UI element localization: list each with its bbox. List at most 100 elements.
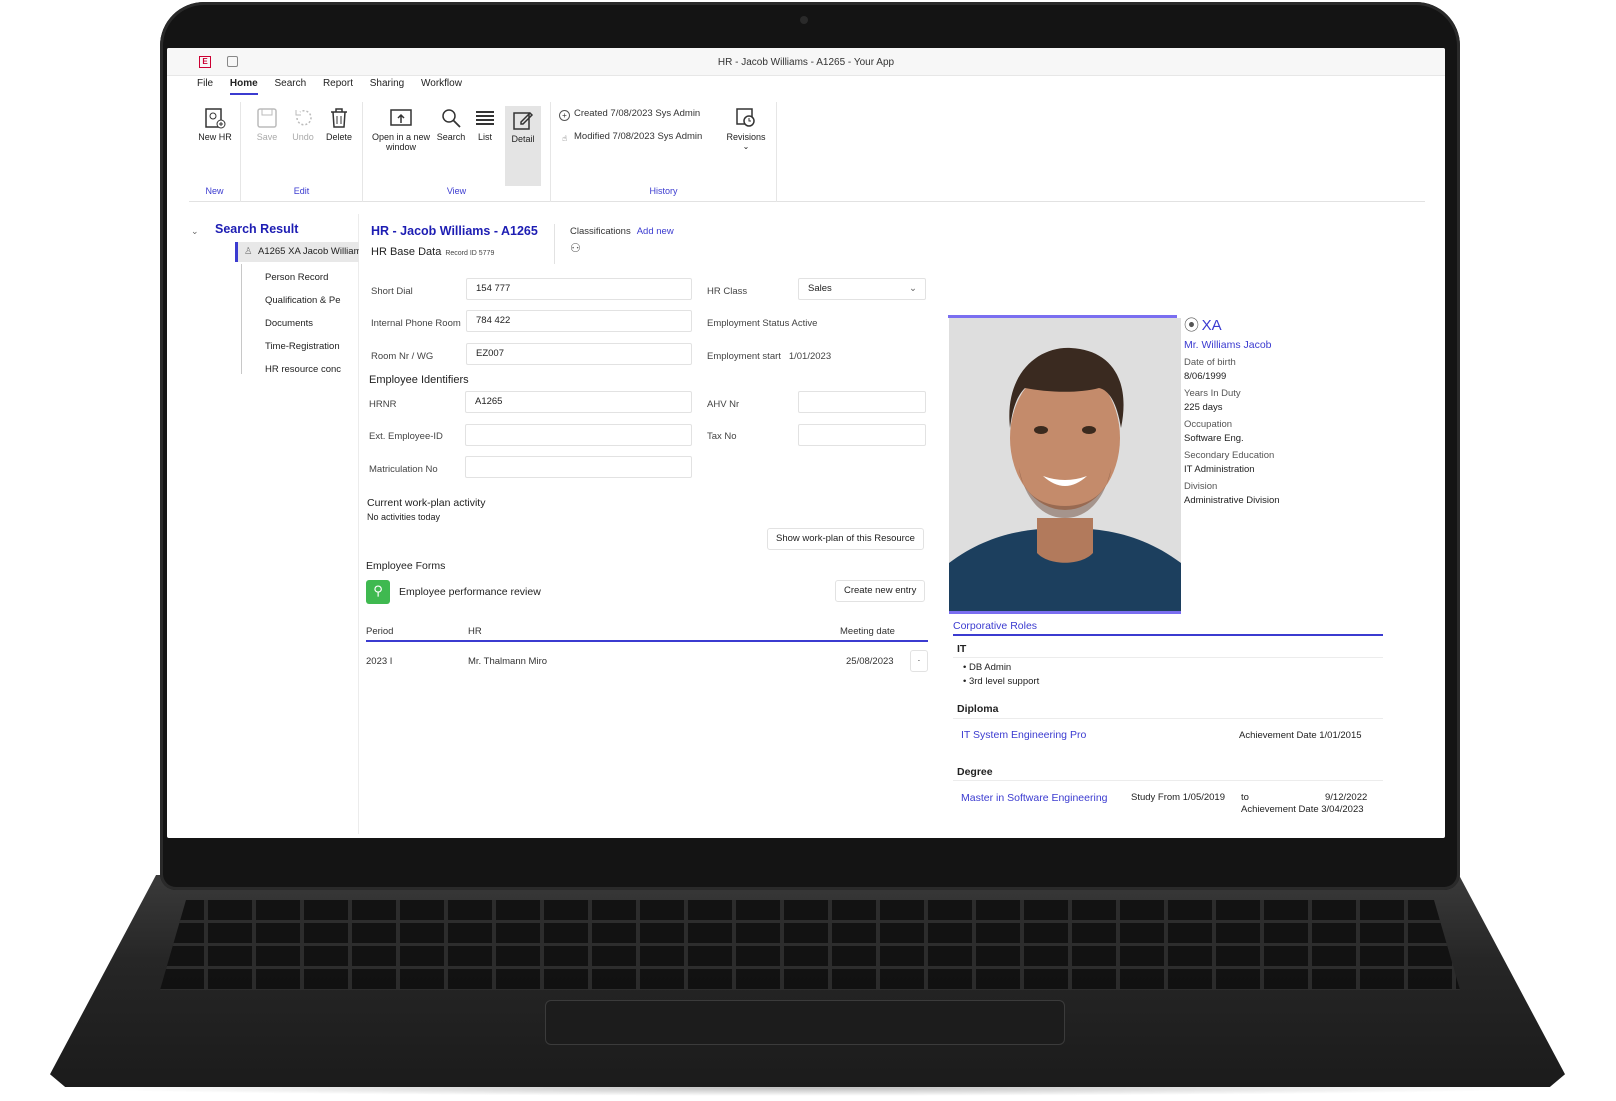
- detail-label: Detail: [511, 134, 535, 144]
- ahv-label: AHV Nr: [707, 399, 740, 410]
- division-value: Administrative Division: [1184, 495, 1280, 506]
- new-hr-label: New HR: [198, 132, 232, 142]
- tax-label: Tax No: [707, 431, 737, 442]
- tree-item-time-registration[interactable]: ▤Time-Registration: [265, 341, 359, 352]
- new-hr-button[interactable]: New HR: [193, 106, 237, 142]
- ribbon: New HR New Save Undo Delete Edit Open in…: [189, 102, 1425, 202]
- tree-root[interactable]: Search Result: [215, 222, 298, 236]
- profile-name[interactable]: Mr. Williams Jacob: [1184, 339, 1384, 351]
- profile-info: ⦿ XA Mr. Williams Jacob Date of birth 8/…: [1184, 314, 1384, 506]
- tree-item-label: Person Record: [265, 272, 329, 283]
- years-label: Years In Duty: [1184, 388, 1241, 399]
- menu-bar: File Home Search Report Sharing Workflow: [197, 78, 476, 100]
- search-label: Search: [436, 132, 466, 142]
- degree-link[interactable]: Master in Software Engineering: [961, 792, 1108, 804]
- ahv-field[interactable]: [798, 391, 926, 413]
- row-menu-icon[interactable]: .: [910, 650, 928, 672]
- diploma-link[interactable]: IT System Engineering Pro: [961, 729, 1086, 741]
- chevron-down-icon: ⌄: [909, 283, 917, 294]
- dob-label: Date of birth: [1184, 357, 1236, 368]
- column-hr[interactable]: HR: [468, 626, 482, 637]
- hr-class-label: HR Class: [707, 286, 748, 297]
- open-new-window-button[interactable]: Open in a new window: [369, 106, 433, 152]
- menu-search[interactable]: Search: [274, 78, 306, 93]
- matric-field[interactable]: [465, 456, 692, 478]
- room-field[interactable]: EZ007: [466, 343, 692, 365]
- delete-button[interactable]: Delete: [317, 106, 361, 142]
- table-row[interactable]: 2023 I Mr. Thalmann Miro 25/08/2023 .: [366, 642, 928, 678]
- tax-field[interactable]: [798, 424, 926, 446]
- keyboard-rows: [160, 900, 1460, 990]
- created-text: Created 7/08/2023 Sys Admin: [574, 108, 701, 119]
- years-value: 225 days: [1184, 402, 1223, 413]
- add-classification-link[interactable]: Add new: [637, 226, 674, 237]
- role-item: • DB Admin: [963, 662, 1012, 673]
- menu-file[interactable]: File: [197, 78, 213, 93]
- record-id: Record ID 5779: [445, 250, 495, 257]
- form-name[interactable]: Employee performance review: [399, 586, 541, 598]
- tree-line: [241, 264, 242, 374]
- study-from: Study From 1/05/2019: [1131, 792, 1225, 803]
- classifications: Classifications Add new ⚇: [570, 226, 674, 255]
- save-icon: [257, 108, 277, 128]
- menu-home[interactable]: Home: [229, 78, 258, 95]
- cell-period: 2023 I: [366, 656, 393, 667]
- degree-achievement: Achievement Date 3/04/2023: [1241, 804, 1364, 815]
- people-icon[interactable]: ⚇: [570, 241, 674, 255]
- group-new-label: New: [205, 186, 224, 196]
- menu-workflow[interactable]: Workflow: [421, 78, 462, 93]
- employment-status-value: Active: [791, 318, 818, 329]
- camera: [800, 16, 808, 24]
- tree-item-label: Qualification & Pe: [265, 295, 341, 306]
- collapse-icon[interactable]: ⌄: [191, 226, 199, 237]
- tree-item-documents[interactable]: ▤Documents: [265, 318, 359, 329]
- stamp-icon: ⚲: [366, 580, 390, 604]
- group-view: Open in a new window Search List Detail …: [363, 102, 551, 202]
- occupation-value: Software Eng.: [1184, 433, 1244, 444]
- employment-start: Employment start 1/01/2023: [707, 351, 831, 362]
- role-group: IT: [957, 643, 967, 655]
- matric-label: Matriculation No: [369, 464, 438, 475]
- group-view-label: View: [446, 186, 467, 196]
- save-label: Save: [256, 132, 278, 142]
- employment-status: Employment Status Active: [707, 318, 817, 329]
- column-period[interactable]: Period: [366, 626, 393, 637]
- tree-item-hr-resource[interactable]: ♙HR resource conc: [265, 364, 359, 375]
- tree-item-qualification[interactable]: ♙Qualification & Pe: [265, 295, 359, 306]
- detail-button[interactable]: Detail: [505, 106, 541, 186]
- employment-start-value: 1/01/2023: [788, 351, 832, 362]
- plus-circle-icon: +: [559, 110, 570, 121]
- employment-start-label: Employment start: [707, 351, 781, 362]
- person-icon: ♙: [244, 246, 253, 257]
- revisions-button[interactable]: Revisions ⌄: [723, 106, 769, 152]
- to-date: 9/12/2022: [1325, 792, 1368, 803]
- create-entry-button[interactable]: Create new entry: [835, 580, 926, 602]
- menu-sharing[interactable]: Sharing: [370, 78, 404, 93]
- hr-class-select[interactable]: Sales ⌄: [798, 278, 926, 300]
- show-workplan-button[interactable]: Show work-plan of this Resource: [767, 528, 924, 550]
- title-bar: E HR - Jacob Williams - A1265 - Your App: [167, 48, 1445, 76]
- list-button[interactable]: List: [467, 106, 503, 142]
- undo-label: Undo: [292, 132, 314, 142]
- base-data-heading: HR Base Data Record ID 5779: [371, 246, 494, 258]
- tree-item-label: Documents: [265, 318, 314, 329]
- ext-id-field[interactable]: [465, 424, 692, 446]
- hrnr-field[interactable]: A1265: [465, 391, 692, 413]
- corporate-roles-heading: Corporative Roles: [953, 620, 1383, 636]
- profile-initials: XA: [1201, 317, 1222, 334]
- column-meeting-date[interactable]: Meeting date: [840, 626, 895, 637]
- divider: [953, 780, 1383, 781]
- chevron-down-icon[interactable]: ⌄: [723, 142, 769, 152]
- tree-item-person-record[interactable]: ♙Person Record: [265, 272, 359, 283]
- divider: [554, 224, 555, 264]
- ext-id-label: Ext. Employee-ID: [369, 431, 443, 442]
- diploma-date: Achievement Date 1/01/2015: [1239, 730, 1362, 741]
- workplan-status: No activities today: [367, 512, 441, 522]
- phone-room-field[interactable]: 784 422: [466, 310, 692, 332]
- menu-report[interactable]: Report: [323, 78, 353, 93]
- short-dial-field[interactable]: 154 777: [466, 278, 692, 300]
- tree-item-selected[interactable]: ♙ A1265 XA Jacob Williams: [235, 242, 359, 262]
- hand-icon: ☝: [562, 134, 567, 143]
- search-icon: [442, 109, 461, 128]
- edit-icon: [513, 111, 534, 130]
